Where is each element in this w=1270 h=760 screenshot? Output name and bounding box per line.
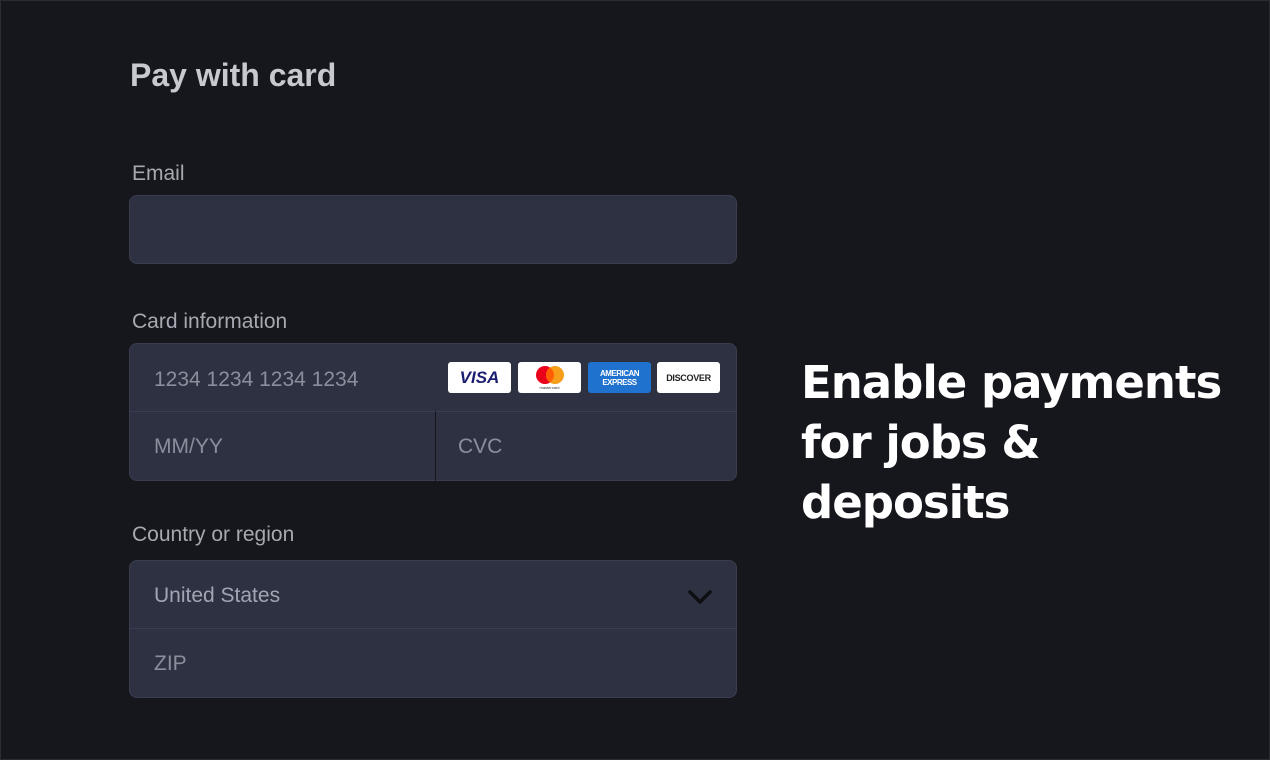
cvc-field[interactable]: CVC (435, 411, 737, 481)
amex-icon: AMERICAN EXPRESS (588, 362, 651, 393)
tagline-line-2: for jobs & deposits (801, 416, 1041, 529)
email-field[interactable] (129, 195, 737, 264)
page-title: Pay with card (130, 57, 337, 93)
country-select[interactable]: United States (129, 560, 737, 629)
tagline-line-1: Enable payments (801, 356, 1222, 409)
email-label: Email (132, 162, 185, 185)
discover-icon: DISCOVER (657, 362, 720, 393)
tagline: Enable payments for jobs & deposits (801, 353, 1241, 533)
chevron-down-icon[interactable] (687, 588, 713, 606)
card-info-label: Card information (132, 310, 288, 333)
discover-logo-text: DISCOVER (666, 372, 711, 383)
amex-logo-line2: EXPRESS (602, 377, 637, 387)
amex-logo-line1: AMERICAN (599, 368, 640, 378)
expiry-placeholder: MM/YY (154, 435, 223, 458)
mastercard-icon: mastercard (518, 362, 581, 393)
visa-logo-text: VISA (459, 367, 500, 387)
card-number-placeholder: 1234 1234 1234 1234 (154, 368, 359, 391)
zip-placeholder: ZIP (154, 652, 187, 675)
zip-field[interactable]: ZIP (129, 628, 737, 698)
expiry-field[interactable]: MM/YY (129, 411, 436, 481)
mastercard-logo-text: mastercard (539, 385, 560, 390)
cvc-placeholder: CVC (458, 435, 503, 458)
country-label: Country or region (132, 523, 295, 546)
mastercard-circles (535, 366, 564, 384)
country-selected-value: United States (154, 584, 281, 607)
visa-icon: VISA (448, 362, 511, 393)
card-field-divider (435, 411, 436, 481)
